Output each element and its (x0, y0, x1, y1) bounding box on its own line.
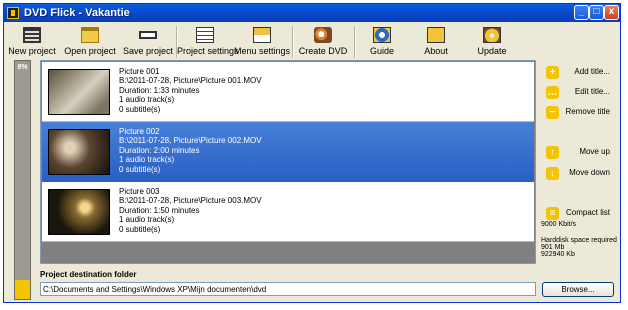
edit-title-button[interactable]: … Edit title... (544, 84, 614, 102)
open-project-label: Open project (64, 46, 116, 56)
close-button[interactable]: x (604, 5, 619, 20)
dvd-disc-icon (314, 27, 332, 43)
title-audio-tracks: 1 audio track(s) (119, 215, 175, 225)
about-label: About (424, 46, 448, 56)
open-project-button[interactable]: Open project (62, 24, 118, 60)
harddisk-kb: 922940 Kb (541, 251, 575, 258)
size-progress-percent: 8% (17, 64, 28, 71)
title-path: B:\2011-07-28, Picture\Picture 001.MOV (119, 76, 262, 86)
update-globe-icon (483, 27, 501, 43)
create-dvd-label: Create DVD (298, 46, 348, 56)
arrow-up-icon: ↑ (546, 146, 559, 159)
title-list[interactable]: Picture 001 B:\2011-07-28, Picture\Pictu… (40, 60, 536, 264)
remove-icon: − (546, 106, 559, 119)
save-project-label: Save project (122, 46, 174, 56)
title-subtitles: 0 subtitle(s) (119, 164, 161, 174)
title-name: Picture 003 (119, 187, 160, 196)
guide-icon (373, 27, 391, 43)
title-name: Picture 002 (119, 127, 160, 136)
title-name: Picture 001 (119, 67, 160, 76)
about-button[interactable]: About (416, 24, 456, 60)
title-row-selected[interactable]: Picture 002 B:\2011-07-28, Picture\Pictu… (42, 122, 534, 182)
remove-title-button[interactable]: − Remove title (544, 104, 614, 122)
title-audio-tracks: 1 audio track(s) (119, 155, 175, 165)
move-down-label: Move down (569, 168, 610, 177)
toolbar-separator (354, 26, 356, 58)
title-row[interactable]: Picture 003 B:\2011-07-28, Picture\Pictu… (42, 182, 534, 242)
update-label: Update (477, 46, 507, 56)
toolbar-separator (292, 26, 294, 58)
add-title-label: Add title... (574, 67, 610, 76)
compact-list-label: Compact list (565, 208, 610, 217)
title-path: B:\2011-07-28, Picture\Picture 003.MOV (119, 196, 262, 206)
destination-folder-label: Project destination folder (40, 270, 137, 279)
remove-title-label: Remove title (565, 107, 610, 116)
title-subtitles: 0 subtitle(s) (119, 224, 161, 234)
title-info: Picture 002 B:\2011-07-28, Picture\Pictu… (119, 127, 262, 174)
maximize-button[interactable]: □ (589, 5, 604, 20)
app-window: DVD Flick - Vakantie _ □ x New project O… (3, 3, 621, 303)
update-button[interactable]: Update (470, 24, 514, 60)
title-duration: Duration: 1:33 minutes (119, 85, 200, 95)
title-thumbnail (48, 69, 110, 115)
menu-icon (253, 27, 271, 43)
title-thumbnail (48, 189, 110, 235)
arrow-down-icon: ↓ (546, 167, 559, 180)
title-bar[interactable]: DVD Flick - Vakantie _ □ x (4, 4, 620, 22)
add-title-button[interactable]: + Add title... (544, 64, 614, 82)
title-duration: Duration: 2:00 minutes (119, 145, 200, 155)
minimize-button[interactable]: _ (574, 5, 589, 20)
window-title: DVD Flick - Vakantie (24, 7, 130, 19)
bitrate-text: 9000 Kbit/s (541, 221, 577, 228)
menu-settings-button[interactable]: Menu settings (234, 24, 290, 60)
new-project-label: New project (8, 46, 56, 56)
size-progress-fill (15, 279, 30, 299)
info-icon (427, 27, 445, 43)
film-strip-icon (23, 27, 41, 43)
title-row[interactable]: Picture 001 B:\2011-07-28, Picture\Pictu… (42, 62, 534, 122)
project-settings-button[interactable]: Project settings (177, 24, 239, 60)
project-settings-label: Project settings (177, 46, 239, 56)
compact-list-icon: ≡ (546, 207, 559, 220)
guide-label: Guide (369, 46, 395, 56)
title-audio-tracks: 1 audio track(s) (119, 95, 175, 105)
destination-folder-input[interactable] (40, 282, 536, 296)
move-up-button[interactable]: ↑ Move up (544, 144, 614, 162)
menu-settings-label: Menu settings (234, 46, 291, 56)
toolbar: New project Open project Save project Pr… (4, 22, 620, 62)
move-down-button[interactable]: ↓ Move down (544, 165, 614, 183)
size-progress-bar: 8% (14, 60, 31, 300)
title-info: Picture 001 B:\2011-07-28, Picture\Pictu… (119, 67, 262, 114)
save-drive-icon (139, 31, 157, 39)
move-up-label: Move up (579, 147, 610, 156)
add-icon: + (546, 66, 559, 79)
save-project-button[interactable]: Save project (120, 24, 176, 60)
new-project-button[interactable]: New project (6, 24, 58, 60)
create-dvd-button[interactable]: Create DVD (296, 24, 350, 60)
guide-button[interactable]: Guide (362, 24, 402, 60)
browse-button[interactable]: Browse... (542, 282, 614, 297)
title-info: Picture 003 B:\2011-07-28, Picture\Pictu… (119, 187, 262, 234)
title-duration: Duration: 1:50 minutes (119, 205, 200, 215)
edit-icon: … (546, 86, 559, 99)
title-subtitles: 0 subtitle(s) (119, 104, 161, 114)
title-thumbnail (48, 129, 110, 175)
title-path: B:\2011-07-28, Picture\Picture 002.MOV (119, 136, 262, 146)
settings-document-icon (196, 27, 214, 43)
folder-icon (81, 27, 99, 43)
edit-title-label: Edit title... (574, 87, 610, 96)
dvd-flick-app-icon (7, 7, 19, 19)
